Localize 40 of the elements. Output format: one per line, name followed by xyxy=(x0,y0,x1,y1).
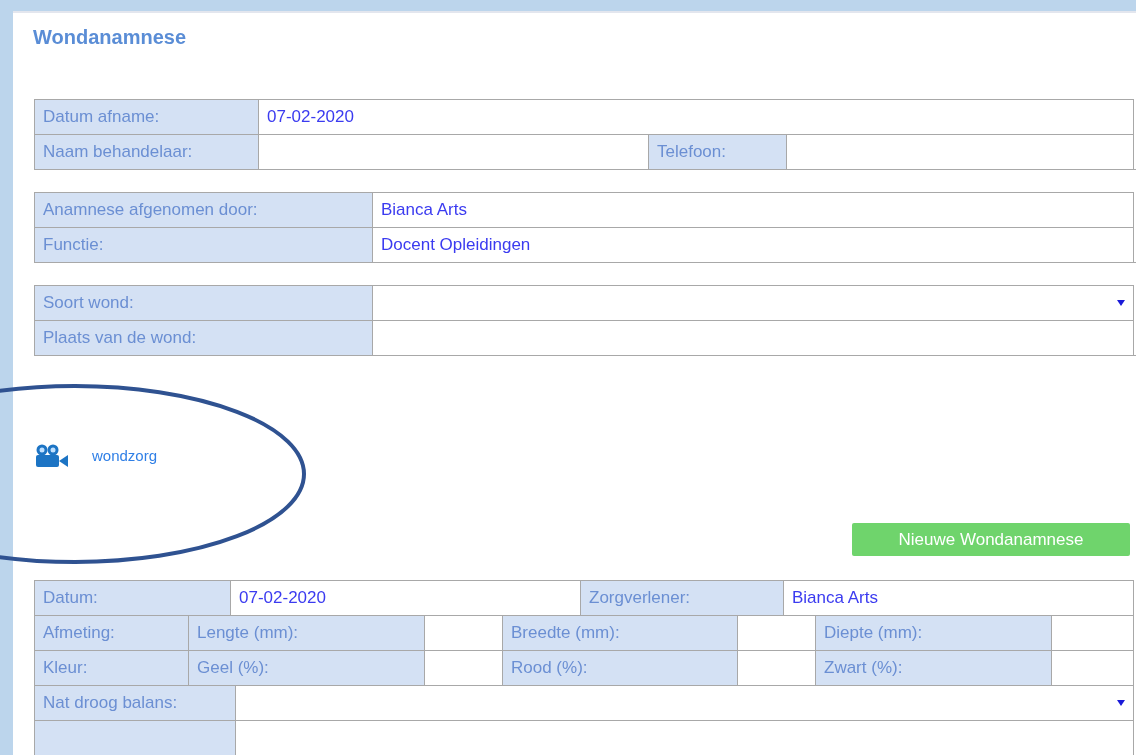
field-label: Plaats van de wond: xyxy=(34,320,372,356)
field-label: Naam behandelaar: xyxy=(34,133,258,169)
dropdown-arrow-icon xyxy=(1117,700,1125,706)
input-field[interactable] xyxy=(235,720,1134,755)
input-field[interactable] xyxy=(737,650,815,685)
field-label: Rood (%): xyxy=(502,650,737,685)
input-field[interactable] xyxy=(424,650,502,685)
input-field[interactable]: 07-02-2020 xyxy=(258,98,1134,134)
field-label: Breedte (mm): xyxy=(502,615,737,650)
video-link[interactable]: wondzorg xyxy=(92,444,158,468)
field-label: Geel (%): xyxy=(188,650,424,685)
input-field[interactable] xyxy=(258,133,648,169)
field-label: Datum afname: xyxy=(34,98,258,134)
video-camera-icon xyxy=(35,444,69,469)
dropdown-field[interactable] xyxy=(235,685,1134,720)
field-label: Zwart (%): xyxy=(815,650,1051,685)
field-label: Datum: xyxy=(34,580,230,615)
input-field[interactable] xyxy=(786,133,1134,169)
field-label: Telefoon: xyxy=(648,133,786,169)
input-field[interactable]: 07-02-2020 xyxy=(230,580,580,615)
page-title: Wondanamnese xyxy=(33,25,187,50)
field-label: Afmeting: xyxy=(34,615,188,650)
field-label: Nat droog balans: xyxy=(34,685,235,720)
input-field[interactable] xyxy=(1051,615,1134,650)
dropdown-arrow-icon xyxy=(1117,300,1125,307)
input-field[interactable] xyxy=(1051,650,1134,685)
input-field[interactable]: Bianca Arts xyxy=(372,191,1134,227)
input-field[interactable]: Bianca Arts xyxy=(783,580,1134,615)
input-field[interactable] xyxy=(372,320,1134,356)
field-label: Soort wond: xyxy=(34,285,372,321)
field-label: Anamnese afgenomen door: xyxy=(34,191,372,227)
input-field[interactable] xyxy=(424,615,502,650)
field-label: Kleur: xyxy=(34,650,188,685)
field-label: Functie: xyxy=(34,226,372,262)
input-field[interactable]: Docent Opleidingen xyxy=(372,226,1134,262)
field-label: Diepte (mm): xyxy=(815,615,1051,650)
field-label: Lengte (mm): xyxy=(188,615,424,650)
dropdown-field[interactable] xyxy=(372,285,1134,321)
input-field[interactable] xyxy=(737,615,815,650)
field-label: Zorgverlener: xyxy=(580,580,783,615)
